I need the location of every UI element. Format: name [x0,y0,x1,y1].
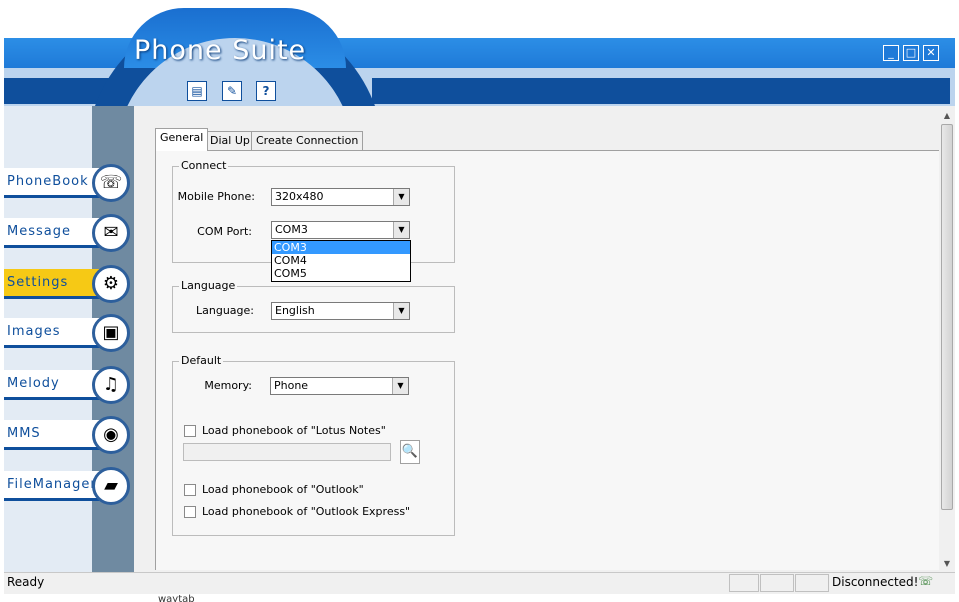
scroll-thumb[interactable] [941,124,953,510]
default-group-title: Default [179,354,224,367]
phone-icon: ☏ [92,164,130,202]
sidebar-item-message[interactable]: Message ✉ [4,214,130,252]
com-port-option-com4[interactable]: COM4 [272,254,410,267]
sidebar-item-label: PhoneBook [7,174,89,189]
com-port-dropdown: COM3 COM4 COM5 [271,240,411,282]
language-select[interactable]: English ▼ [271,302,410,320]
lotus-notes-label: Load phonebook of "Lotus Notes" [202,424,386,437]
connect-group-title: Connect [179,159,229,172]
outlook-express-label: Load phonebook of "Outlook Express" [202,505,411,518]
balloon-icon: ◉ [92,416,130,454]
status-text: Ready [7,575,45,589]
notes-icon[interactable]: ▤ [187,81,207,101]
tab-dial-up[interactable]: Dial Up [205,131,255,150]
sidebar-item-label: Settings [7,275,69,290]
sidebar-item-label: Message [7,224,71,239]
folder-icon: ▰ [92,467,130,505]
language-group-title: Language [179,279,238,292]
scroll-up-arrow[interactable]: ▲ [939,108,955,124]
status-panel [795,574,829,592]
tab-create-connection[interactable]: Create Connection [251,131,364,150]
memory-value: Phone [274,379,309,392]
outlook-express-checkbox[interactable] [184,506,196,518]
maximize-button[interactable]: □ [903,45,919,61]
music-icon: ♫ [92,366,130,404]
com-port-option-com5[interactable]: COM5 [272,267,410,280]
close-button[interactable]: ✕ [923,45,939,61]
sidebar-item-mms[interactable]: MMS ◉ [4,416,130,454]
envelope-icon: ✉ [92,214,130,252]
background-window-text: waytab [158,594,195,602]
language-label: Language: [196,304,254,317]
images-icon: ▣ [92,314,130,352]
lotus-notes-checkbox[interactable] [184,425,196,437]
sidebar-item-label: Melody [7,376,60,391]
minimize-button[interactable]: _ [883,45,899,61]
scroll-down-arrow[interactable]: ▼ [939,556,955,572]
sidebar-item-label: FileManager [7,477,97,492]
help-icon[interactable]: ? [256,81,276,101]
sidebar-item-images[interactable]: Images ▣ [4,314,130,352]
mobile-phone-label: Mobile Phone: [177,190,255,203]
toolbar-band-right [372,78,950,104]
sidebar-item-filemanager[interactable]: FileManager ▰ [4,467,130,505]
folder-search-icon: 🔍 [401,444,419,459]
language-value: English [275,304,315,317]
connection-icon: ☏ [918,574,934,588]
outlook-checkbox[interactable] [184,484,196,496]
com-port-value: COM3 [275,223,308,236]
sidebar-item-settings[interactable]: Settings ⚙ [4,265,130,303]
lotus-notes-path-field[interactable] [183,443,391,461]
sidebar-item-melody[interactable]: Melody ♫ [4,366,130,404]
sidebar-item-label: MMS [7,426,41,441]
chevron-down-icon[interactable]: ▼ [393,222,409,238]
mobile-phone-value: 320x480 [275,190,324,203]
chevron-down-icon[interactable]: ▼ [392,378,408,394]
com-port-option-com3[interactable]: COM3 [272,241,410,254]
memory-label: Memory: [204,379,252,392]
sidebar-item-phonebook[interactable]: PhoneBook ☏ [4,164,130,202]
com-port-label: COM Port: [197,225,252,238]
tools-icon: ⚙ [92,265,130,303]
mobile-phone-select[interactable]: 320x480 ▼ [271,188,410,206]
connection-status: Disconnected! [832,575,919,589]
memory-select[interactable]: Phone ▼ [270,377,409,395]
tab-general[interactable]: General [155,128,209,151]
app-title: Phone Suite [134,35,307,66]
status-panel [760,574,794,592]
browse-folder-button[interactable]: 🔍 [400,440,420,464]
chevron-down-icon[interactable]: ▼ [393,303,409,319]
chevron-down-icon[interactable]: ▼ [393,189,409,205]
com-port-select[interactable]: COM3 ▼ [271,221,410,239]
outlook-label: Load phonebook of "Outlook" [202,483,364,496]
sidebar-item-label: Images [7,324,61,339]
edit-icon[interactable]: ✎ [222,81,242,101]
status-panel [729,574,759,592]
